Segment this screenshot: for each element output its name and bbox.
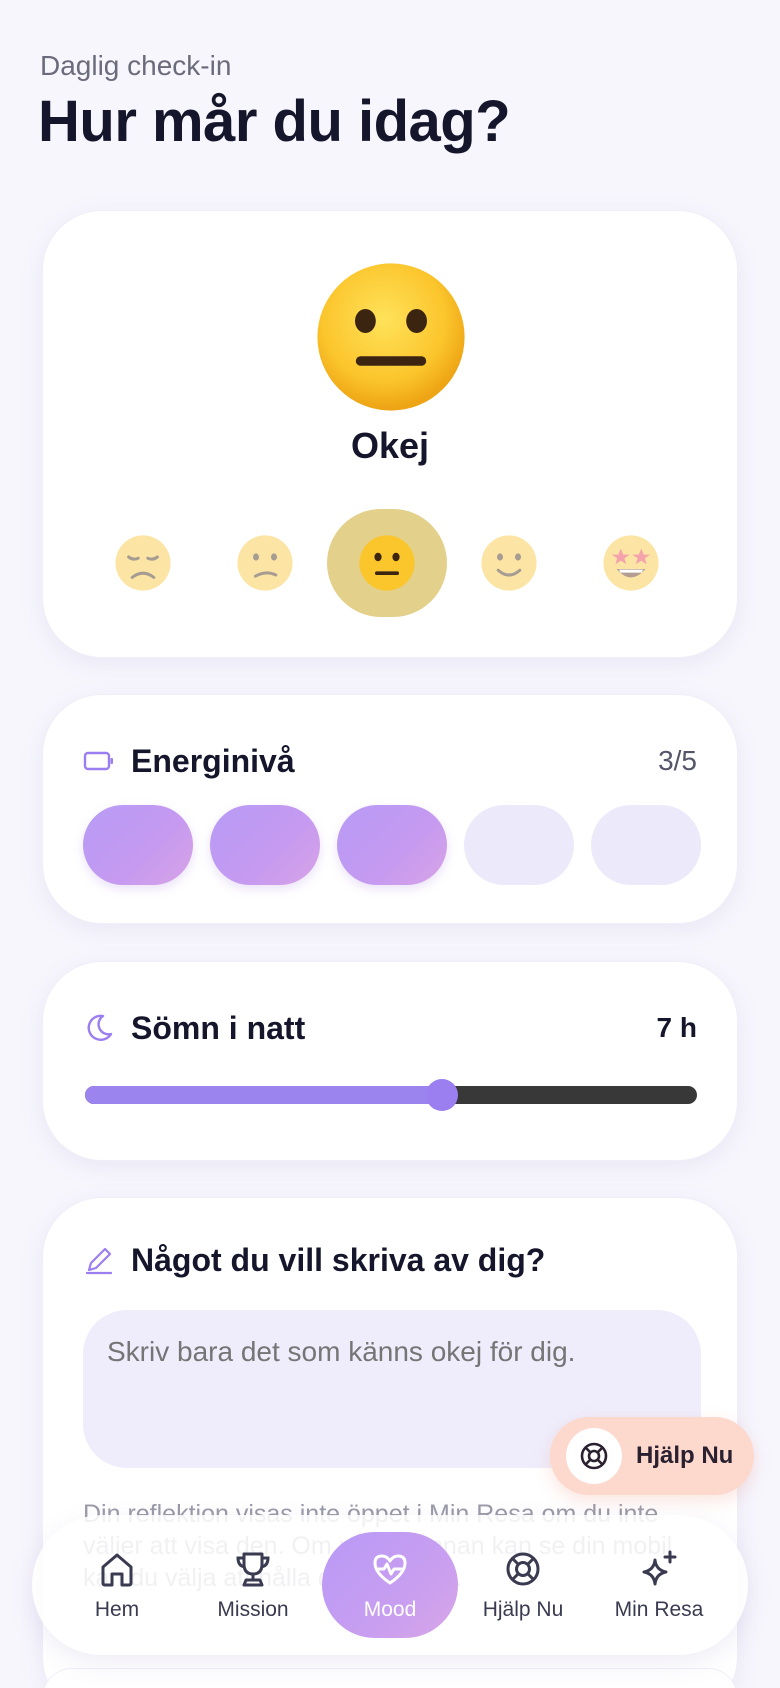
lifebuoy-icon [506, 1552, 540, 1586]
nav-item-help-now[interactable]: Hjälp Nu [458, 1515, 588, 1655]
sleep-label: Sömn i natt [131, 1009, 306, 1046]
next-card-peek [42, 1668, 738, 1688]
journal-label: Något du vill skriva av dig? [131, 1241, 546, 1278]
nav-label-help-now: Hjälp Nu [482, 1598, 564, 1621]
energy-value: 3/5 [658, 745, 697, 776]
nav-item-mission[interactable]: Mission [188, 1515, 318, 1655]
energy-level-5[interactable] [591, 805, 701, 885]
mood-option-sad[interactable] [205, 509, 325, 617]
help-now-label: Hjälp Nu [636, 1442, 734, 1469]
sleep-value: 7 h [656, 1012, 697, 1043]
nav-item-home[interactable]: Hem [52, 1515, 182, 1655]
sleep-slider-thumb[interactable] [425, 1079, 458, 1111]
moon-icon [87, 1014, 113, 1041]
nav-label-home: Hem [94, 1598, 140, 1621]
heart-pulse-icon [373, 1554, 407, 1585]
nav-item-mood[interactable]: Mood [322, 1532, 458, 1638]
help-now-button[interactable]: Hjälp Nu [550, 1417, 754, 1495]
nav-label-min-resa: Min Resa [614, 1598, 704, 1621]
home-icon [101, 1553, 133, 1587]
page-title: Hur mår du idag? [38, 89, 511, 154]
energy-level-2[interactable] [210, 805, 320, 885]
energy-level-3[interactable] [337, 805, 447, 885]
very-sad-face-icon [115, 535, 171, 591]
nav-label-mood: Mood [363, 1598, 417, 1621]
energy-level-selector [83, 805, 701, 885]
nav-item-min-resa[interactable]: Min Resa [594, 1515, 724, 1655]
mood-option-excited[interactable] [571, 509, 691, 617]
battery-icon [83, 751, 113, 771]
neutral-face-icon [317, 263, 465, 411]
sleep-slider[interactable] [85, 1079, 697, 1111]
mood-option-happy[interactable] [449, 509, 569, 617]
sleep-slider-fill [85, 1086, 442, 1104]
energy-level-1[interactable] [83, 805, 193, 885]
mood-option-neutral[interactable] [327, 509, 447, 617]
star-struck-face-icon [603, 535, 659, 591]
mood-card: Okej [42, 210, 738, 658]
energy-level-4[interactable] [464, 805, 574, 885]
neutral-face-icon [359, 535, 415, 591]
sleep-card: Sömn i natt 7 h [42, 961, 738, 1161]
sparkles-icon [642, 1550, 677, 1586]
mood-option-very-sad[interactable] [83, 509, 203, 617]
page-subtitle: Daglig check-in [40, 50, 232, 81]
sad-face-icon [237, 535, 293, 591]
smiling-face-icon [481, 535, 537, 591]
lifebuoy-icon [580, 1442, 608, 1470]
selected-mood-label: Okej [350, 425, 430, 466]
pencil-icon [85, 1247, 113, 1275]
nav-label-mission: Mission [217, 1598, 289, 1621]
mood-selector [83, 509, 703, 617]
help-icon-container [566, 1428, 622, 1484]
bottom-nav: Hem Mission Mood Hjälp Nu Min Resa [32, 1515, 748, 1655]
energy-card: Energinivå 3/5 [42, 694, 738, 924]
energy-label: Energinivå [131, 742, 295, 779]
trophy-icon [236, 1552, 270, 1587]
